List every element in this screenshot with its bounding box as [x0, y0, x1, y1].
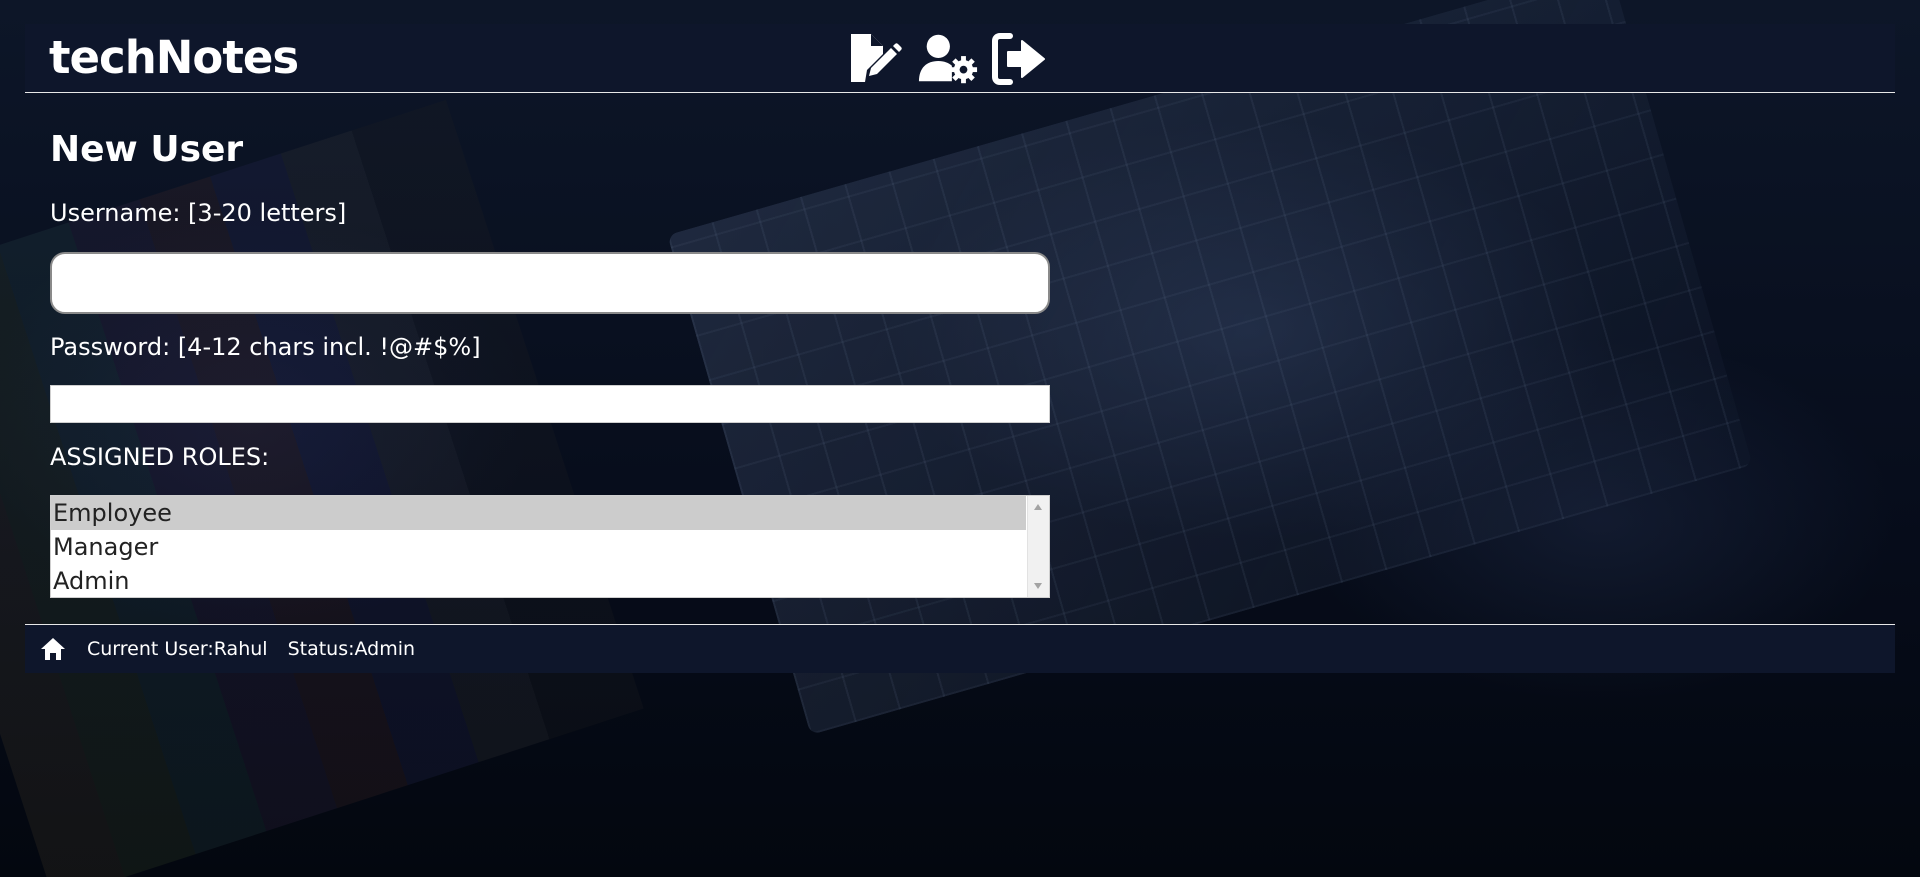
scroll-up-arrow-icon[interactable]: [1034, 504, 1042, 510]
role-option-employee[interactable]: Employee: [51, 496, 1026, 530]
username-input[interactable]: [50, 252, 1050, 314]
roles-label: ASSIGNED ROLES:: [50, 443, 270, 471]
app-header: techNotes: [25, 24, 1895, 93]
password-label: Password: [4-12 chars incl. !@#$%]: [50, 333, 481, 361]
logout-icon: [992, 33, 1045, 85]
new-user-form: New User Username: [3-20 letters] Passwo…: [50, 120, 1050, 598]
status-text: Status:Admin: [287, 638, 416, 660]
roles-scrollbar[interactable]: [1027, 496, 1049, 597]
user-settings-button[interactable]: [917, 32, 979, 86]
role-option-admin[interactable]: Admin: [51, 564, 1026, 597]
app-footer: Current User:Rahul Status:Admin: [25, 624, 1895, 673]
role-option-manager[interactable]: Manager: [51, 530, 1026, 564]
scroll-down-arrow-icon[interactable]: [1034, 583, 1042, 589]
new-note-button[interactable]: [845, 32, 907, 86]
password-input[interactable]: [50, 385, 1050, 423]
form-title: New User: [50, 129, 244, 170]
roles-select[interactable]: Employee Manager Admin: [50, 495, 1050, 598]
app-title[interactable]: techNotes: [49, 30, 299, 86]
header-nav: [845, 32, 1051, 86]
current-user-text: Current User:Rahul: [87, 638, 268, 660]
username-label: Username: [3-20 letters]: [50, 199, 347, 227]
user-gear-icon: [918, 34, 978, 84]
home-icon: [41, 638, 65, 660]
logout-button[interactable]: [989, 32, 1051, 86]
file-pen-icon: [851, 34, 902, 82]
home-button[interactable]: [35, 631, 71, 667]
